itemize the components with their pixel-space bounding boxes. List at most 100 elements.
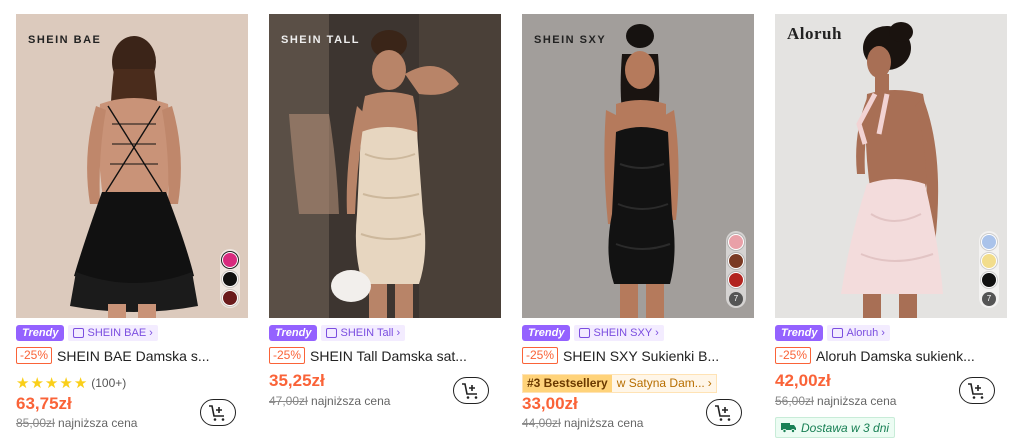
old-price: 56,00zł [775,394,814,408]
rating-row: ★ ★ ★ ★ ★ (100+) [16,373,126,393]
delivery-badge: Dostawa w 3 dni [775,417,896,438]
sale-price: 35,25zł [269,371,325,390]
product-image[interactable]: Aloruh 7 [775,14,1007,318]
old-price-row: 56,00zł najniższa cena [775,394,896,408]
chevron-right-icon: › [396,326,401,339]
lowest-price-label: najniższa cena [58,416,138,430]
product-photo [522,14,754,318]
trendy-badge: Trendy [16,324,65,341]
store-icon [832,327,844,338]
star-icon: ★ [16,374,30,392]
product-image[interactable]: SHEIN BAE [16,14,248,318]
product-title[interactable]: SHEIN SXY Sukienki B... [563,348,719,364]
color-swatch-red[interactable] [728,272,744,288]
color-swatch-brown[interactable] [728,253,744,269]
bestseller-row[interactable]: #3 Bestsellery w Satyna Dam... › [522,373,717,393]
product-card[interactable]: SHEIN TALL Trendy SHEIN Tall › -25% SHEI… [269,14,501,434]
store-icon [579,327,591,338]
delivery-label: Dostawa w 3 dni [801,420,890,435]
discount-badge: -25% [16,347,53,364]
star-half-icon: ★ [73,374,88,392]
store-icon [326,327,338,338]
bestseller-badge[interactable]: #3 Bestsellery w Satyna Dam... › [522,373,717,393]
color-swatch-burgundy[interactable] [222,290,238,306]
discount-badge: -25% [269,347,306,364]
old-price: 85,00zł [16,416,55,430]
product-title-row[interactable]: -25% Aloruh Damska sukienk... [775,347,1007,364]
trendy-badge: Trendy [775,324,824,341]
product-title[interactable]: SHEIN BAE Damska s... [57,348,209,364]
brand-logo: SHEIN SXY [534,34,607,46]
product-tags: Trendy Aloruh › [775,324,890,341]
store-icon [73,327,85,338]
chevron-right-icon: › [707,376,712,390]
lowest-price-label: najniższa cena [817,394,897,408]
product-title-row[interactable]: -25% SHEIN SXY Sukienki B... [522,347,754,364]
more-colors-count[interactable]: 7 [982,292,996,306]
trendy-badge: Trendy [522,324,571,341]
store-link[interactable]: Aloruh › [827,324,890,341]
old-price-row: 44,00zł najniższa cena [522,416,643,430]
add-to-cart-button[interactable] [959,377,995,404]
color-swatch-pink[interactable] [728,234,744,250]
store-name: SHEIN BAE [87,326,147,339]
product-image[interactable]: SHEIN SXY 7 [522,14,754,318]
cart-plus-icon [715,404,731,421]
product-title[interactable]: SHEIN Tall Damska sat... [310,348,467,364]
star-icon: ★ [30,374,44,392]
add-to-cart-button[interactable] [200,399,236,426]
product-image[interactable]: SHEIN TALL [269,14,501,318]
color-swatch-black[interactable] [981,272,997,288]
rating-count: (100+) [91,376,127,390]
discount-badge: -25% [775,347,812,364]
bestseller-rank: #3 Bestsellery [523,374,612,392]
product-card[interactable]: Aloruh 7 Trendy Aloruh › -25% Aloruh Dam… [775,14,1007,438]
cart-plus-icon [209,404,225,421]
brand-logo: SHEIN TALL [281,34,360,46]
color-swatch-yellow[interactable] [981,253,997,269]
store-name: SHEIN SXY [593,326,653,339]
color-swatch-magenta[interactable] [222,252,238,268]
old-price-row: 85,00zł najniższa cena [16,416,137,430]
truck-icon [781,423,796,433]
cart-plus-icon [462,382,478,399]
product-tags: Trendy SHEIN BAE › [16,324,158,341]
star-icon: ★ [44,374,59,392]
color-swatch-black[interactable] [222,271,238,287]
store-link[interactable]: SHEIN BAE › [68,324,158,341]
store-link[interactable]: SHEIN SXY › [574,324,664,341]
store-name: Aloruh [846,326,879,339]
add-to-cart-button[interactable] [453,377,489,404]
lowest-price-label: najniższa cena [564,416,644,430]
brand-logo: SHEIN BAE [28,34,102,46]
product-card[interactable]: SHEIN SXY 7 Trendy SHEIN SXY › -25% SHEI… [522,14,754,434]
add-to-cart-button[interactable] [706,399,742,426]
trendy-badge: Trendy [269,324,318,341]
product-card[interactable]: SHEIN BAE Trendy SHEIN BAE › -25% SHEIN … [16,14,248,434]
product-tags: Trendy SHEIN SXY › [522,324,664,341]
lowest-price-label: najniższa cena [311,394,391,408]
product-photo [775,14,1007,318]
old-price: 44,00zł [522,416,561,430]
sale-price: 33,00zł [522,394,578,413]
store-name: SHEIN Tall [340,326,394,339]
old-price-row: 47,00zł najniższa cena [269,394,390,408]
store-link[interactable]: SHEIN Tall › [321,324,406,341]
more-colors-count[interactable]: 7 [729,292,743,306]
product-title[interactable]: Aloruh Damska sukienk... [816,348,975,364]
sale-price: 42,00zł [775,371,831,390]
chevron-right-icon: › [655,326,659,339]
color-swatches [220,249,240,308]
brand-logo: Aloruh [787,24,842,43]
color-swatches: 7 [726,231,746,308]
brand-logo-text: SHEIN TALL [281,34,360,46]
product-title-row[interactable]: -25% SHEIN BAE Damska s... [16,347,248,364]
discount-badge: -25% [522,347,559,364]
chevron-right-icon: › [881,326,885,339]
sale-price: 63,75zł [16,394,72,413]
star-icon: ★ [59,374,73,392]
product-tags: Trendy SHEIN Tall › [269,324,406,341]
product-title-row[interactable]: -25% SHEIN Tall Damska sat... [269,347,501,364]
chevron-right-icon: › [149,326,153,339]
color-swatch-light-blue[interactable] [981,234,997,250]
